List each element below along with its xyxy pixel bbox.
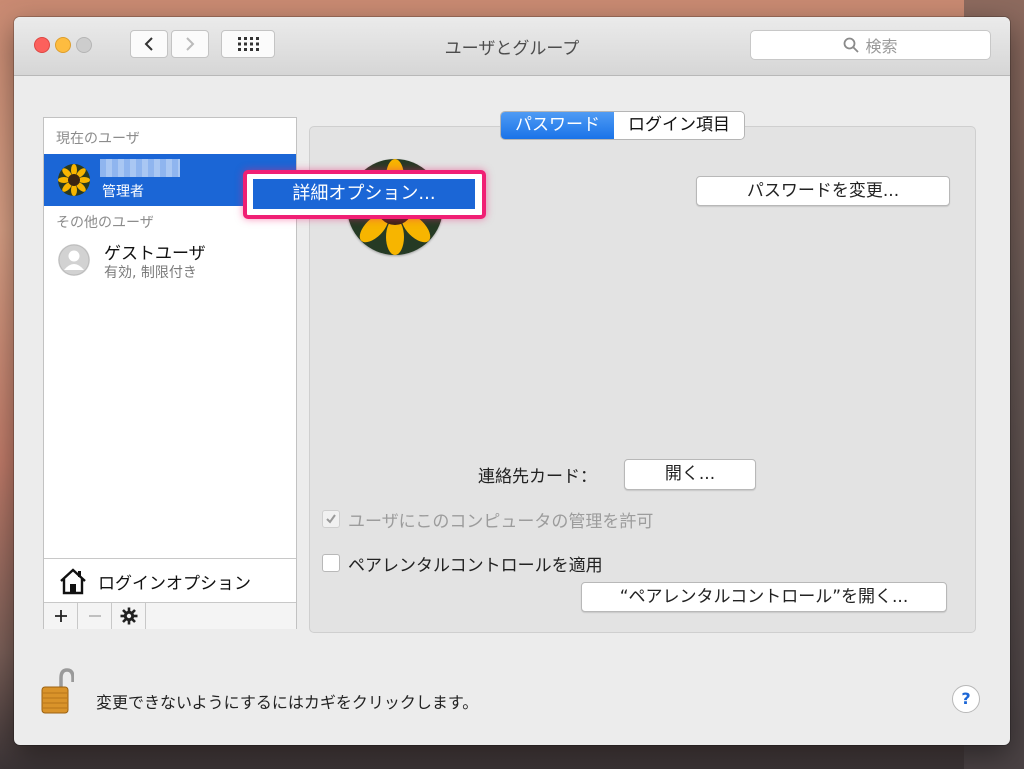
sidebar-footer — [44, 602, 296, 629]
user-role: 管理者 — [102, 184, 144, 200]
user-row-guest[interactable]: ゲストユーザ 有効, 制限付き — [44, 234, 296, 286]
sunflower-avatar-icon — [58, 164, 90, 196]
change-password-button[interactable]: パスワードを変更... — [696, 176, 950, 206]
search-field[interactable]: 検索 — [750, 30, 991, 60]
checkmark-icon — [326, 514, 336, 524]
gear-icon — [120, 607, 137, 625]
action-menu-button[interactable] — [112, 603, 146, 629]
context-menu: 詳細オプション... — [243, 170, 486, 219]
avatar — [58, 244, 90, 276]
title-bar: ユーザとグループ 検索 — [14, 17, 1010, 76]
open-parental-controls-button[interactable]: “ペアレンタルコントロール”を開く... — [581, 582, 947, 612]
allow-admin-label: ユーザにこのコンピュータの管理を許可 — [348, 512, 654, 532]
preferences-window: ユーザとグループ 検索 現在のユーザ 管理者 その他のユーザ ゲストユーザ 有効… — [14, 17, 1010, 745]
parental-controls-label: ペアレンタルコントロールを適用 — [348, 556, 603, 576]
guest-name: ゲストユーザ — [104, 244, 206, 264]
tab-bar: パスワード ログイン項目 — [500, 111, 745, 140]
plus-icon — [54, 610, 67, 622]
help-button[interactable]: ? — [952, 685, 980, 713]
blurred-username — [100, 159, 180, 177]
lock-icon[interactable] — [40, 667, 74, 715]
other-users-header: その他のユーザ — [56, 215, 154, 231]
house-icon — [60, 568, 86, 595]
contact-card-label: 連絡先カード： — [478, 467, 597, 487]
tab-login-items[interactable]: ログイン項目 — [614, 112, 744, 139]
add-user-button[interactable] — [44, 603, 78, 629]
open-contact-button[interactable]: 開く... — [624, 459, 756, 490]
allow-admin-checkbox[interactable] — [322, 510, 340, 528]
guest-status: 有効, 制限付き — [104, 265, 197, 281]
avatar — [58, 164, 90, 196]
search-placeholder: 検索 — [865, 37, 898, 56]
person-icon — [58, 244, 90, 276]
parental-controls-checkbox[interactable] — [322, 554, 340, 572]
login-options-label: ログインオプション — [98, 573, 251, 594]
remove-user-button[interactable] — [78, 603, 112, 629]
minus-icon — [88, 615, 101, 617]
advanced-options-menu-item[interactable]: 詳細オプション... — [253, 179, 475, 209]
tab-password[interactable]: パスワード — [501, 112, 614, 139]
login-options-item[interactable]: ログインオプション — [44, 558, 296, 603]
search-icon — [844, 37, 860, 53]
lock-instruction: 変更できないようにするにはカギをクリックします。 — [96, 693, 479, 712]
current-users-header: 現在のユーザ — [56, 131, 140, 147]
